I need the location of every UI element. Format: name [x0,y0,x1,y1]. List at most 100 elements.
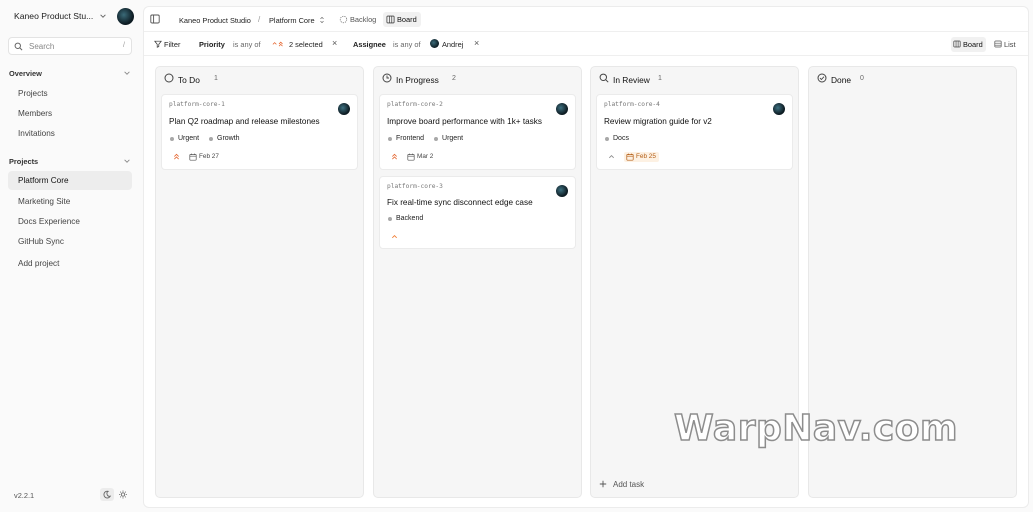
filter-assignee-operator[interactable]: is any of [393,40,421,49]
sidebar-item-projects[interactable]: Projects [8,84,132,103]
column-count: 1 [214,75,218,82]
task-meta [387,231,401,242]
tab-board-label: Board [397,15,417,24]
sidebar-item-members[interactable]: Members [8,104,132,123]
chevron-updown-icon [319,16,324,24]
assignee-avatar[interactable] [556,103,568,115]
column-title: In Review [613,75,650,85]
check-circle-icon [817,73,827,83]
plus-icon [599,480,607,488]
due-date-label: Feb 25 [636,152,656,160]
board-view-label: Board [963,40,983,49]
app-version: v2.2.1 [14,491,35,500]
task-title: Improve board performance with 1k+ tasks [387,117,542,126]
label-tag: Frontend [387,135,424,142]
top-bar: Kaneo Product Studio / Platform Core Bac… [144,7,1028,32]
tab-backlog[interactable]: Backlog [336,12,380,27]
breadcrumb-workspace[interactable]: Kaneo Product Studio [179,16,251,25]
list-icon [994,40,1002,48]
task-meta: Mar 2 [387,151,433,162]
task-labels: Docs [604,135,629,142]
column-title: In Progress [396,75,439,85]
list-view-button[interactable]: List [992,37,1019,52]
priority-chevrons-icon [272,40,286,49]
sidebar-item-platform-core[interactable]: Platform Core [8,171,132,190]
assignee-avatar[interactable] [338,103,350,115]
add-task-button[interactable]: Add task [599,480,644,489]
column-to-do: To Do 1 platform-core-1 Plan Q2 roadmap … [155,66,364,498]
sidebar-toggle-icon[interactable] [150,14,160,24]
task-card[interactable]: platform-core-2 Improve board performanc… [379,94,576,170]
user-avatar[interactable] [117,8,134,25]
label-tag: Docs [604,135,629,142]
calendar-icon [407,153,415,161]
task-title: Plan Q2 roadmap and release milestones [169,117,320,126]
task-id: platform-core-1 [169,101,225,108]
priority-high-icon[interactable] [387,232,401,242]
task-card[interactable]: platform-core-4 Review migration guide f… [596,94,793,170]
filter-assignee-key[interactable]: Assignee [353,40,386,49]
board-view-button[interactable]: Board [951,37,986,52]
due-date-soon[interactable]: Feb 25 [624,151,659,162]
sidebar-item-marketing-site[interactable]: Marketing Site [8,192,132,211]
filter-assignee-value[interactable]: Andrej [442,40,463,49]
task-id: platform-core-2 [387,101,443,108]
due-date-label: Feb 27 [199,152,219,160]
column-header: To Do 1 [164,73,354,85]
task-id: platform-core-3 [387,183,443,190]
column-count: 0 [860,75,864,82]
column-count: 2 [452,75,456,82]
board-icon [386,15,395,24]
sidebar-item-github-sync[interactable]: GitHub Sync [8,232,132,251]
remove-assignee-filter-button[interactable]: × [474,38,479,48]
tab-board[interactable]: Board [383,12,421,27]
board-icon [953,40,961,48]
assignee-avatar[interactable] [773,103,785,115]
light-mode-button[interactable] [116,488,130,501]
add-project-button[interactable]: Add project [8,254,132,273]
filter-priority-key[interactable]: Priority [199,40,225,49]
due-date-label: Mar 2 [417,152,434,160]
column-header: Done 0 [817,73,1007,85]
column-count: 1 [658,75,662,82]
task-card[interactable]: platform-core-3 Fix real-time sync disco… [379,176,576,249]
sidebar-item-docs-experience[interactable]: Docs Experience [8,212,132,231]
column-header: In Review 1 [599,73,789,85]
breadcrumb-project[interactable]: Platform Core [269,16,325,25]
column-title: To Do [178,75,200,85]
search-input[interactable]: Search / [8,37,132,55]
calendar-icon [626,153,634,161]
task-labels: Frontend Urgent [387,135,463,142]
workspace-name: Kaneo Product Stu... [14,11,94,21]
chevron-down-icon[interactable] [123,69,131,77]
due-date[interactable]: Feb 27 [189,152,219,162]
filter-bar: Filter Priority is any of 2 selected × A… [144,32,1028,56]
circle-icon [164,73,174,83]
dark-mode-button[interactable] [100,488,114,501]
task-labels: Backend [387,215,423,222]
priority-urgent-icon[interactable] [387,152,401,162]
assignee-avatar [430,39,439,48]
priority-urgent-icon[interactable] [169,152,183,162]
column-title: Done [831,75,852,85]
filter-priority-operator[interactable]: is any of [233,40,261,49]
sidebar-item-invitations[interactable]: Invitations [8,124,132,143]
priority-low-icon[interactable] [604,152,618,162]
filter-icon [154,40,162,48]
chevron-down-icon[interactable] [123,157,131,165]
filter-button[interactable]: Filter [152,40,180,49]
task-meta: Feb 27 [169,151,219,162]
workspace-switcher[interactable]: Kaneo Product Stu... [14,8,136,25]
watermark: WarpNav.com [673,407,958,450]
list-view-label: List [1004,40,1016,49]
chevron-down-icon [100,14,107,18]
search-icon [599,73,609,83]
assignee-avatar[interactable] [556,185,568,197]
task-card[interactable]: platform-core-1 Plan Q2 roadmap and rele… [161,94,358,170]
remove-priority-filter-button[interactable]: × [332,38,337,48]
due-date[interactable]: Mar 2 [407,152,433,162]
label-tag: Urgent [433,135,463,142]
sun-icon [119,490,127,499]
task-title: Review migration guide for v2 [604,117,712,126]
filter-priority-value[interactable]: 2 selected [289,40,323,49]
